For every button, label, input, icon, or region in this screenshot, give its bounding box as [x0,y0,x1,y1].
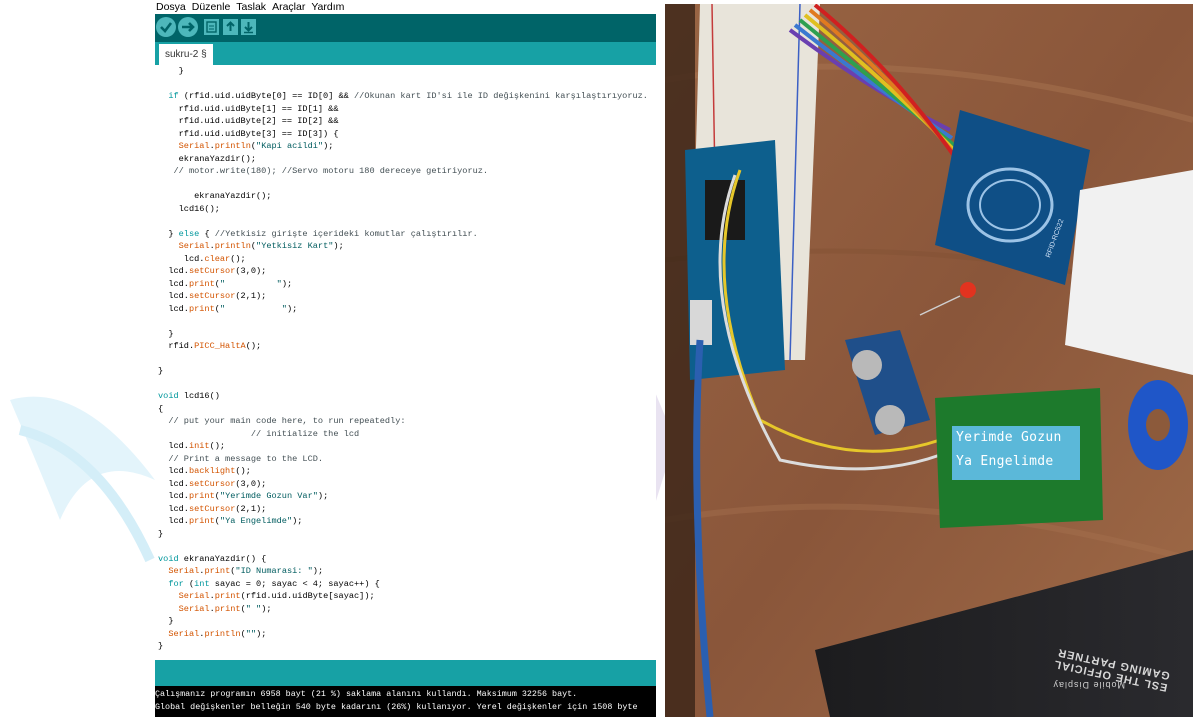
new-file-icon [206,21,217,33]
hardware-photo [665,4,1193,717]
code-line[interactable]: { [158,403,648,416]
arduino-ide-window: Dosya Düzenle Taslak Araçlar Yardım sukr… [155,0,656,717]
lcd-line-2: Ya Engelimde [956,454,1054,469]
tab-bar: sukru-2 § [155,42,656,65]
arrow-right-icon [182,22,195,32]
code-line[interactable]: // put your main code here, to run repea… [158,415,648,428]
code-line[interactable]: lcd.print("Yerimde Gozun Var"); [158,490,648,503]
code-line[interactable]: lcd.backlight(); [158,465,648,478]
code-line[interactable] [158,215,648,228]
menu-tools[interactable]: Araçlar [272,0,305,14]
code-line[interactable] [158,378,648,391]
code-line[interactable]: // motor.write(180); //Servo motoru 180 … [158,165,648,178]
code-line[interactable]: } [158,528,648,541]
code-line[interactable]: } [158,640,648,653]
save-button[interactable] [241,19,256,35]
code-line[interactable]: lcd.init(); [158,440,648,453]
code-line[interactable] [158,315,648,328]
tab-sketch[interactable]: sukru-2 § [159,44,213,65]
code-line[interactable]: lcd.print(" "); [158,278,648,291]
arrow-up-icon [226,21,235,31]
code-line[interactable]: } [158,615,648,628]
code-line[interactable]: } [158,65,648,78]
menu-bar: Dosya Düzenle Taslak Araçlar Yardım [155,0,656,14]
code-line[interactable]: lcd.print(" "); [158,303,648,316]
lcd-screen: Yerimde Gozun Ya Engelimde [952,426,1080,480]
rfid-card [1065,170,1193,375]
code-line[interactable]: rfid.uid.uidByte[3] == ID[3]) { [158,128,648,141]
code-line[interactable]: ekranaYazdir(); [158,190,648,203]
code-line[interactable] [158,353,648,366]
code-line[interactable]: rfid.uid.uidByte[1] == ID[1] && [158,103,648,116]
menu-help[interactable]: Yardım [311,0,344,14]
code-line[interactable]: Serial.print(rfid.uid.uidByte[sayac]); [158,590,648,603]
code-line[interactable]: Serial.print("ID Numarasi: "); [158,565,648,578]
code-line[interactable]: if (rfid.uid.uidByte[0] == ID[0] && //Ok… [158,90,648,103]
code-line[interactable]: } else { //Yetkisiz girişte içerideki ko… [158,228,648,241]
code-line[interactable]: lcd.setCursor(2,1); [158,290,648,303]
verify-button[interactable] [156,17,176,37]
code-line[interactable]: } [158,365,648,378]
code-line[interactable]: lcd.setCursor(3,0); [158,265,648,278]
toolbar [155,14,656,42]
code-line[interactable]: // initialize the lcd [158,428,648,441]
code-line[interactable] [158,178,648,191]
menu-file[interactable]: Dosya [156,0,186,14]
code-line[interactable]: } [158,328,648,341]
menu-edit[interactable]: Düzenle [192,0,231,14]
console-output: Çalışmanız programın 6958 bayt (21 %) sa… [155,686,656,717]
code-line[interactable]: lcd.setCursor(2,1); [158,503,648,516]
mousepad-small-text: Mobile Display [1052,680,1125,690]
code-line[interactable]: for (int sayac = 0; sayac < 4; sayac++) … [158,578,648,591]
code-line[interactable]: lcd.setCursor(3,0); [158,478,648,491]
new-button[interactable] [204,19,219,35]
code-line[interactable]: // Print a message to the LCD. [158,453,648,466]
code-line[interactable]: lcd.clear(); [158,253,648,266]
code-line[interactable]: rfid.uid.uidByte[2] == ID[2] && [158,115,648,128]
console-line: Çalışmanız programın 6958 bayt (21 %) sa… [155,689,578,699]
code-line[interactable]: lcd16(); [158,203,648,216]
code-line[interactable]: lcd.print("Ya Engelimde"); [158,515,648,528]
watermark-left [10,396,155,563]
code-line[interactable]: Serial.println("Kapi acildi"); [158,140,648,153]
open-button[interactable] [223,19,238,35]
code-line[interactable] [158,540,648,553]
led [960,282,976,298]
console-line: Global değişkenler belleğin 540 byte kad… [155,702,638,712]
code-line[interactable]: Serial.print(" "); [158,603,648,616]
menu-sketch[interactable]: Taslak [236,0,266,14]
code-line[interactable]: ekranaYazdir(); [158,153,648,166]
code-line[interactable]: Serial.println(""); [158,628,648,641]
code-line[interactable]: Serial.println("Yetkisiz Kart"); [158,240,648,253]
code-line[interactable]: rfid.PICC_HaltA(); [158,340,648,353]
code-line[interactable]: void ekranaYazdir() { [158,553,648,566]
status-bar [155,660,656,686]
arrow-down-icon [244,22,253,34]
code-editor[interactable]: } if (rfid.uid.uidByte[0] == ID[0] && //… [155,65,656,660]
upload-button[interactable] [178,17,198,37]
code-text[interactable]: } if (rfid.uid.uidByte[0] == ID[0] && //… [158,65,648,653]
code-line[interactable] [158,78,648,91]
code-line[interactable]: void lcd16() [158,390,648,403]
check-icon [160,22,173,33]
lcd-line-1: Yerimde Gozun [956,430,1062,445]
